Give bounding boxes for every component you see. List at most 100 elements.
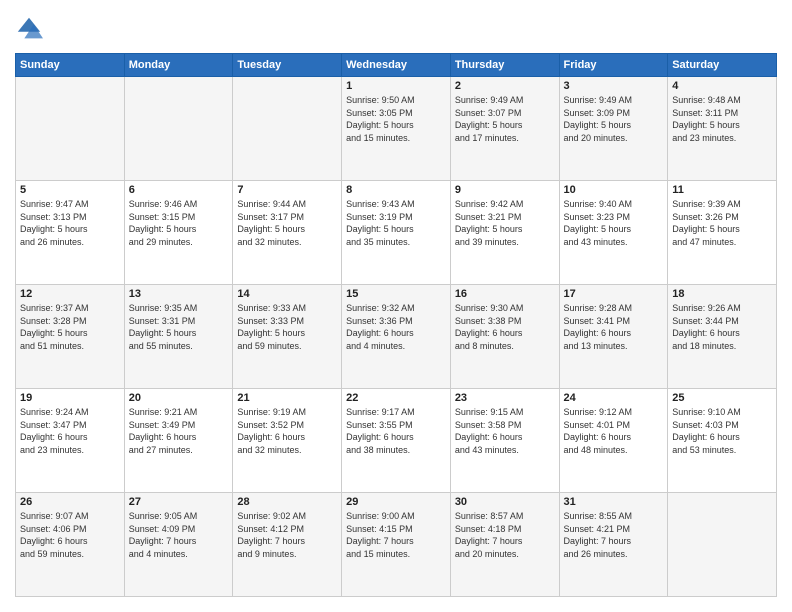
day-detail: Sunrise: 9:35 AM Sunset: 3:31 PM Dayligh… [129,302,229,352]
weekday-header-saturday: Saturday [668,54,777,77]
week-row-5: 26 Sunrise: 9:07 AM Sunset: 4:06 PM Dayli… [16,493,777,597]
day-number: 10 [564,184,664,196]
day-cell-4: 4Sunrise: 9:48 AM Sunset: 3:11 PM Daylig… [668,77,777,181]
day-number: 3 [564,80,664,92]
day-number: 26 [20,496,120,508]
day-number: 18 [672,288,772,300]
day-cell-31: 31Sunrise: 8:55 AM Sunset: 4:21 PM Dayli… [559,493,668,597]
day-detail: Sunrise: 9:48 AM Sunset: 3:11 PM Dayligh… [672,94,772,144]
day-detail: Sunrise: 9:39 AM Sunset: 3:26 PM Dayligh… [672,198,772,248]
logo [15,15,47,43]
week-row-1: 1Sunrise: 9:50 AM Sunset: 3:05 PM Daylig… [16,77,777,181]
day-cell-17: 17 Sunrise: 9:28 AM Sunset: 3:41 PM Dayli… [559,285,668,389]
day-detail: Sunrise: 9:12 AM Sunset: 4:01 PM Dayligh… [564,406,664,456]
day-number: 16 [455,288,555,300]
day-cell-29: 29 Sunrise: 9:00 AM Sunset: 4:15 PM Dayli… [342,493,451,597]
day-cell-21: 21 Sunrise: 9:19 AM Sunset: 3:52 PM Dayli… [233,389,342,493]
day-cell-25: 25 Sunrise: 9:10 AM Sunset: 4:03 PM Dayli… [668,389,777,493]
day-number: 8 [346,184,446,196]
day-number: 29 [346,496,446,508]
day-number: 13 [129,288,229,300]
day-number: 20 [129,392,229,404]
day-cell-12: 12Sunrise: 9:37 AM Sunset: 3:28 PM Dayli… [16,285,125,389]
day-detail: Sunrise: 9:37 AM Sunset: 3:28 PM Dayligh… [20,302,120,352]
day-detail: Sunrise: 9:21 AM Sunset: 3:49 PM Dayligh… [129,406,229,456]
day-detail: Sunrise: 9:42 AM Sunset: 3:21 PM Dayligh… [455,198,555,248]
weekday-header-thursday: Thursday [450,54,559,77]
day-number: 21 [237,392,337,404]
day-detail: Sunrise: 9:05 AM Sunset: 4:09 PM Dayligh… [129,510,229,560]
day-cell-14: 14Sunrise: 9:33 AM Sunset: 3:33 PM Dayli… [233,285,342,389]
day-detail: Sunrise: 9:02 AM Sunset: 4:12 PM Dayligh… [237,510,337,560]
day-cell-9: 9 Sunrise: 9:42 AM Sunset: 3:21 PM Daylig… [450,181,559,285]
day-detail: Sunrise: 9:49 AM Sunset: 3:09 PM Dayligh… [564,94,664,144]
day-cell-3: 3 Sunrise: 9:49 AM Sunset: 3:09 PM Daylig… [559,77,668,181]
day-number: 28 [237,496,337,508]
calendar-page: SundayMondayTuesdayWednesdayThursdayFrid… [0,0,792,612]
day-cell-6: 6Sunrise: 9:46 AM Sunset: 3:15 PM Daylig… [124,181,233,285]
week-row-4: 19 Sunrise: 9:24 AM Sunset: 3:47 PM Dayli… [16,389,777,493]
day-cell-24: 24 Sunrise: 9:12 AM Sunset: 4:01 PM Dayli… [559,389,668,493]
week-row-3: 12Sunrise: 9:37 AM Sunset: 3:28 PM Dayli… [16,285,777,389]
day-cell-23: 23 Sunrise: 9:15 AM Sunset: 3:58 PM Dayli… [450,389,559,493]
empty-cell [124,77,233,181]
day-number: 5 [20,184,120,196]
empty-cell [16,77,125,181]
day-number: 24 [564,392,664,404]
day-detail: Sunrise: 9:43 AM Sunset: 3:19 PM Dayligh… [346,198,446,248]
day-detail: Sunrise: 9:19 AM Sunset: 3:52 PM Dayligh… [237,406,337,456]
day-cell-10: 10 Sunrise: 9:40 AM Sunset: 3:23 PM Dayli… [559,181,668,285]
day-detail: Sunrise: 8:57 AM Sunset: 4:18 PM Dayligh… [455,510,555,560]
logo-icon [15,15,43,43]
day-detail: Sunrise: 9:30 AM Sunset: 3:38 PM Dayligh… [455,302,555,352]
day-cell-16: 16 Sunrise: 9:30 AM Sunset: 3:38 PM Dayli… [450,285,559,389]
day-cell-7: 7 Sunrise: 9:44 AM Sunset: 3:17 PM Daylig… [233,181,342,285]
day-detail: Sunrise: 9:00 AM Sunset: 4:15 PM Dayligh… [346,510,446,560]
day-detail: Sunrise: 9:46 AM Sunset: 3:15 PM Dayligh… [129,198,229,248]
day-number: 27 [129,496,229,508]
day-number: 19 [20,392,120,404]
day-number: 9 [455,184,555,196]
day-number: 1 [346,80,446,92]
weekday-header-wednesday: Wednesday [342,54,451,77]
day-cell-28: 28 Sunrise: 9:02 AM Sunset: 4:12 PM Dayli… [233,493,342,597]
day-detail: Sunrise: 9:07 AM Sunset: 4:06 PM Dayligh… [20,510,120,560]
day-detail: Sunrise: 9:44 AM Sunset: 3:17 PM Dayligh… [237,198,337,248]
day-number: 31 [564,496,664,508]
day-number: 11 [672,184,772,196]
day-cell-19: 19 Sunrise: 9:24 AM Sunset: 3:47 PM Dayli… [16,389,125,493]
day-number: 15 [346,288,446,300]
day-number: 23 [455,392,555,404]
day-number: 30 [455,496,555,508]
day-cell-1: 1Sunrise: 9:50 AM Sunset: 3:05 PM Daylig… [342,77,451,181]
day-cell-15: 15 Sunrise: 9:32 AM Sunset: 3:36 PM Dayli… [342,285,451,389]
weekday-header-row: SundayMondayTuesdayWednesdayThursdayFrid… [16,54,777,77]
weekday-header-tuesday: Tuesday [233,54,342,77]
day-detail: Sunrise: 9:49 AM Sunset: 3:07 PM Dayligh… [455,94,555,144]
empty-cell [233,77,342,181]
day-number: 25 [672,392,772,404]
day-detail: Sunrise: 9:32 AM Sunset: 3:36 PM Dayligh… [346,302,446,352]
day-cell-22: 22 Sunrise: 9:17 AM Sunset: 3:55 PM Dayli… [342,389,451,493]
day-detail: Sunrise: 9:17 AM Sunset: 3:55 PM Dayligh… [346,406,446,456]
day-cell-30: 30 Sunrise: 8:57 AM Sunset: 4:18 PM Dayli… [450,493,559,597]
day-number: 17 [564,288,664,300]
day-cell-8: 8 Sunrise: 9:43 AM Sunset: 3:19 PM Daylig… [342,181,451,285]
empty-cell [668,493,777,597]
day-cell-5: 5Sunrise: 9:47 AM Sunset: 3:13 PM Daylig… [16,181,125,285]
day-cell-2: 2Sunrise: 9:49 AM Sunset: 3:07 PM Daylig… [450,77,559,181]
day-detail: Sunrise: 9:24 AM Sunset: 3:47 PM Dayligh… [20,406,120,456]
day-cell-18: 18Sunrise: 9:26 AM Sunset: 3:44 PM Dayli… [668,285,777,389]
day-detail: Sunrise: 9:33 AM Sunset: 3:33 PM Dayligh… [237,302,337,352]
day-number: 7 [237,184,337,196]
header [15,15,777,43]
day-cell-20: 20 Sunrise: 9:21 AM Sunset: 3:49 PM Dayli… [124,389,233,493]
day-detail: Sunrise: 9:28 AM Sunset: 3:41 PM Dayligh… [564,302,664,352]
day-cell-11: 11 Sunrise: 9:39 AM Sunset: 3:26 PM Dayli… [668,181,777,285]
day-detail: Sunrise: 9:10 AM Sunset: 4:03 PM Dayligh… [672,406,772,456]
day-detail: Sunrise: 9:40 AM Sunset: 3:23 PM Dayligh… [564,198,664,248]
day-cell-13: 13 Sunrise: 9:35 AM Sunset: 3:31 PM Dayli… [124,285,233,389]
week-row-2: 5Sunrise: 9:47 AM Sunset: 3:13 PM Daylig… [16,181,777,285]
day-number: 22 [346,392,446,404]
day-detail: Sunrise: 9:15 AM Sunset: 3:58 PM Dayligh… [455,406,555,456]
